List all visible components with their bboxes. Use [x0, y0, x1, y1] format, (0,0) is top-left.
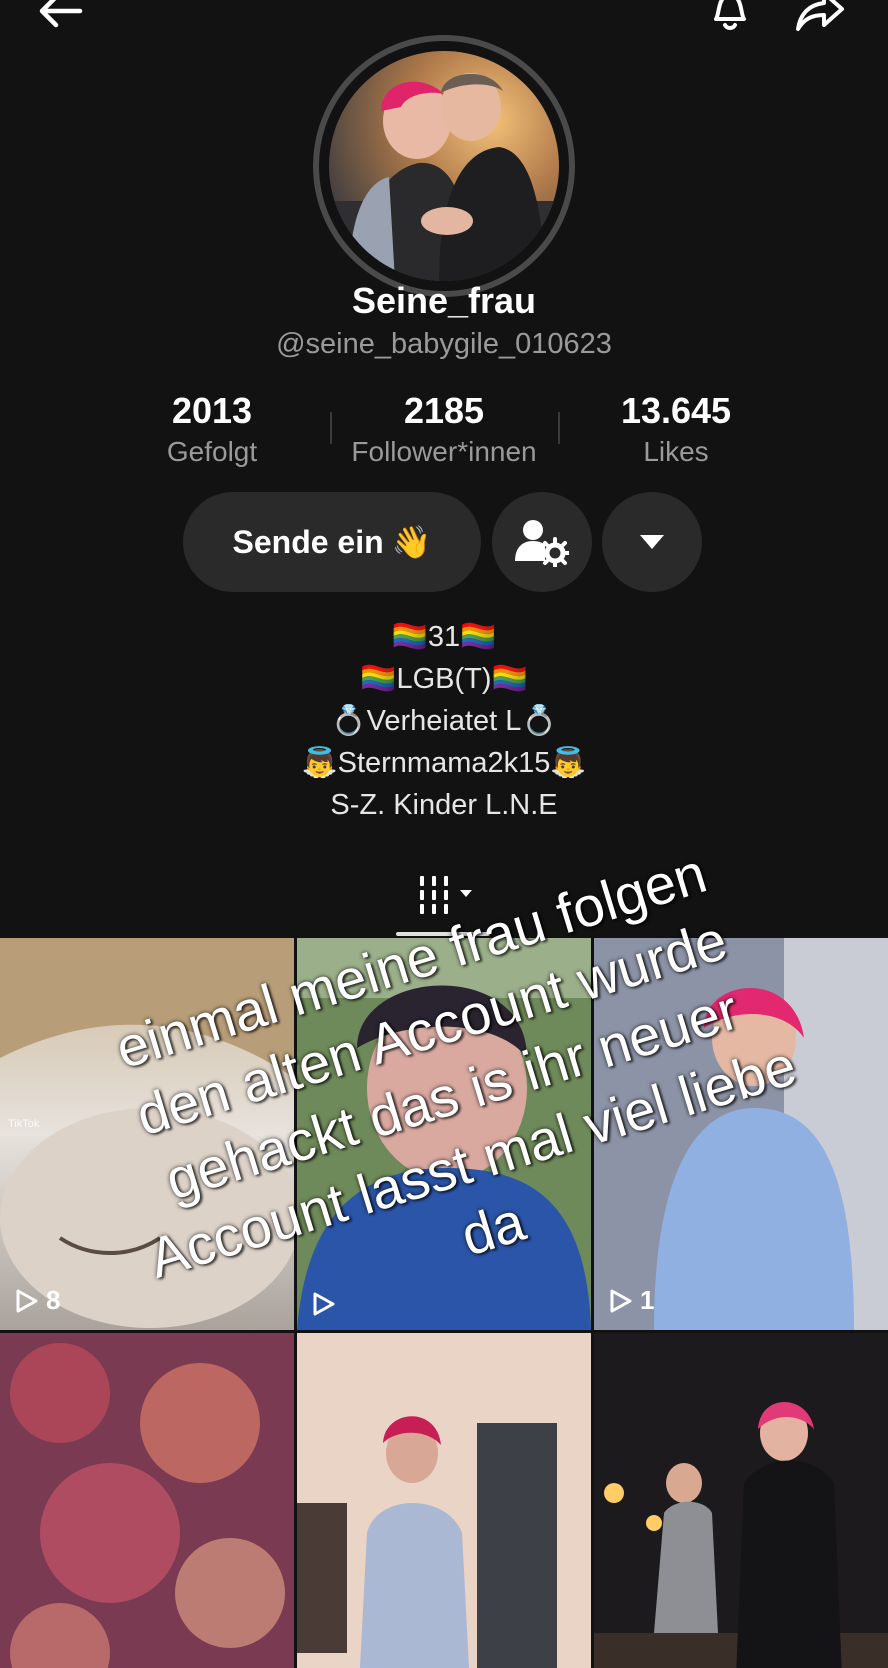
- profile-display-name: Seine_frau: [351, 280, 537, 321]
- more-options-button[interactable]: [602, 492, 702, 592]
- send-wave-button[interactable]: Sende ein 👋: [183, 492, 481, 592]
- bio-line: 🏳️‍🌈LGB(T)🏳️‍🌈: [360, 663, 528, 695]
- videos-grid-icon: [420, 876, 472, 914]
- play-count-value: 1: [640, 1285, 655, 1315]
- profile-bio: 🏳️‍🌈31🏳️‍🌈 🏳️‍🌈LGB(T)🏳️‍🌈 💍Verheiatet L💍…: [0, 616, 888, 826]
- play-count: 1: [610, 1285, 654, 1316]
- bio-line: 💍Verheiatet L💍: [330, 705, 558, 737]
- play-count: [313, 1292, 343, 1316]
- profile-settings-button[interactable]: [492, 492, 592, 592]
- caret-down-icon: [640, 535, 664, 549]
- share-arrow-icon: [796, 0, 844, 31]
- person-gear-icon: [515, 520, 569, 567]
- stat-followers-label: Follower*innen: [351, 436, 537, 467]
- video-thumbnail[interactable]: 1: [594, 938, 888, 1330]
- play-icon: [16, 1289, 38, 1312]
- stat-likes-value: 13.645: [620, 390, 732, 431]
- send-wave-label: Sende ein: [232, 523, 384, 560]
- video-thumbnail[interactable]: [594, 1333, 888, 1668]
- video-thumbnail[interactable]: [0, 1333, 294, 1668]
- stat-likes-label: Likes: [643, 436, 709, 467]
- bio-line: S-Z. Kinder L.N.E: [330, 789, 558, 821]
- active-tab-indicator: [396, 932, 490, 936]
- profile-avatar-ring[interactable]: [313, 35, 575, 297]
- tiktok-watermark: TikTok: [8, 1118, 40, 1130]
- stat-following-label: Gefolgt: [166, 436, 258, 467]
- stat-followers-value: 2185: [403, 390, 485, 431]
- play-count: 8: [16, 1285, 60, 1316]
- video-thumbnail[interactable]: [297, 1333, 591, 1668]
- bell-icon: [714, 0, 746, 30]
- avatar: [329, 51, 559, 281]
- video-thumbnail[interactable]: TikTok 8: [0, 938, 294, 1330]
- back-button[interactable]: [30, 0, 90, 36]
- video-thumbnail[interactable]: [297, 938, 591, 1330]
- profile-tabs: [0, 866, 888, 936]
- profile-handle: @seine_babygile_010623: [276, 328, 612, 360]
- top-bar: [0, 0, 888, 40]
- play-icon: [610, 1289, 632, 1312]
- bio-line: 🏳️‍🌈31🏳️‍🌈: [391, 621, 497, 653]
- tab-videos[interactable]: [412, 870, 482, 920]
- stat-following-value: 2013: [171, 390, 253, 431]
- share-button[interactable]: [790, 0, 850, 36]
- video-grid: TikTok 8 1: [0, 938, 888, 1668]
- waving-hand-icon: 👋: [391, 524, 432, 560]
- play-count-value: 8: [46, 1285, 61, 1315]
- stat-following[interactable]: 2013 Gefolgt: [92, 390, 332, 468]
- notification-bell-button[interactable]: [700, 0, 760, 36]
- play-icon: [313, 1292, 335, 1316]
- stat-likes[interactable]: 13.645 Likes: [556, 390, 796, 468]
- bio-line: 👼Sternmama2k15👼: [301, 747, 587, 779]
- arrow-left-icon: [39, 0, 83, 28]
- stat-followers[interactable]: 2185 Follower*innen: [324, 390, 564, 468]
